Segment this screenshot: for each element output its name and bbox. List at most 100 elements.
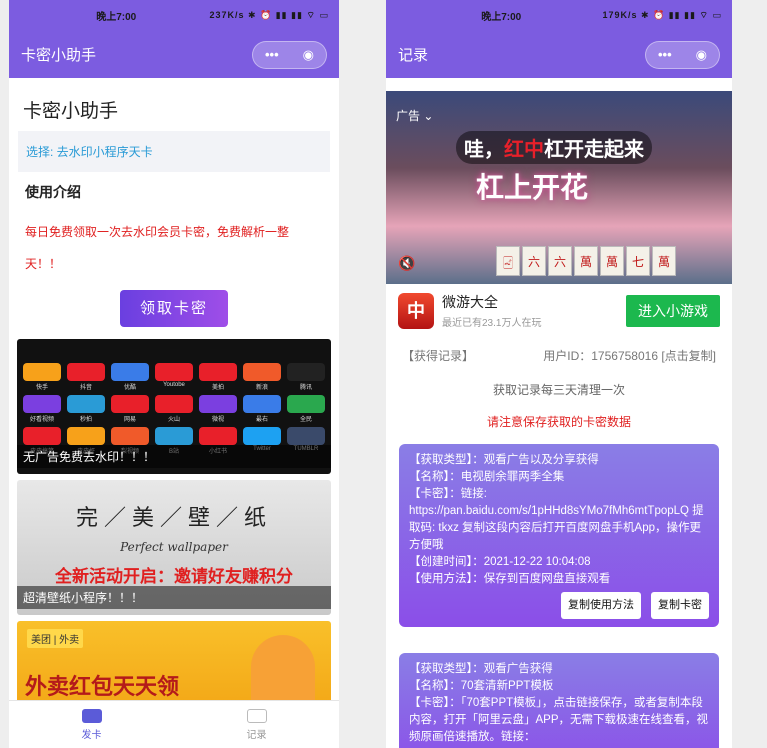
status-bar: 晚上7:00 179K/s ✱ ⏰ ▮▮ ▮▮ ⌔ ▭ — [386, 0, 732, 31]
app-name: 最右 — [255, 417, 268, 423]
app-name: 腾讯 — [299, 385, 312, 391]
record-actions: 复制使用方法 复制卡密 — [409, 592, 709, 619]
enter-game-button[interactable]: 进入小游戏 — [626, 294, 720, 327]
more-icon[interactable]: ••• — [265, 47, 279, 62]
ad-headline-part: 杠开走起来 — [544, 139, 644, 161]
platform-app-icon: 腾讯 — [287, 363, 325, 391]
nav-title: 记录 — [398, 47, 429, 64]
video-ad-banner[interactable]: 广告 ⌄ 哇，红中杠开走起来 杠上开花 🀐 六六萬萬七萬 🔇 — [386, 91, 732, 284]
right-header: 晚上7:00 179K/s ✱ ⏰ ▮▮ ▮▮ ⌔ ▭ 记录 ••• ◉ — [386, 0, 732, 78]
card-icon — [81, 708, 102, 723]
meituan-logo: 美团 | 外卖 — [27, 629, 84, 648]
tab-label: 记录 — [246, 729, 267, 741]
record-usage: 【使用方法】：保存到百度网盘直接观看 — [409, 573, 611, 585]
platform-app-icon: 网易 — [111, 395, 149, 423]
platform-app-icon: 微视 — [199, 395, 237, 423]
app-name: 新浪 — [255, 385, 268, 391]
app-logo-icon — [243, 395, 281, 413]
record-header: 【获得记录】 用户ID：1756758016 [点击复制] — [386, 337, 732, 364]
game-app-icon: 中 — [398, 292, 434, 329]
record-card: 【获取类型】：观看广告获得 【名称】：70套清新PPT模板 【卡密】：「70套P… — [399, 653, 719, 748]
record-cleanup-note: 获取记录每三天清理一次 — [492, 383, 625, 397]
app-logo-icon — [67, 363, 105, 381]
record-type: 【获取类型】：观看广告以及分享获得 — [409, 454, 599, 466]
wallpaper-title: 完／美／壁／纸 — [75, 506, 272, 531]
platform-app-icon: 美拍 — [199, 363, 237, 391]
card-type-selector[interactable]: 选择: 去水印小程序天卡 — [18, 131, 330, 172]
app-logo-icon — [23, 427, 61, 445]
nav-bar: 卡密小助手 ••• ◉ — [9, 31, 339, 78]
app-name: 网易 — [123, 417, 136, 423]
platform-app-icon: 新浪 — [243, 363, 281, 391]
app-name: 优酷 — [123, 385, 136, 391]
game-name: 微游大全 — [442, 294, 498, 310]
app-name: 好看视频 — [29, 417, 54, 423]
tab-label: 发卡 — [81, 729, 102, 741]
promo-card-wallpaper[interactable]: 完／美／壁／纸 Perfect wallpaper 全新活动开启：邀请好友赚积分… — [17, 480, 331, 615]
ad-tag[interactable]: 广告 ⌄ — [396, 107, 433, 124]
app-name: 美拍 — [211, 385, 224, 391]
app-logo-icon — [287, 363, 325, 381]
app-logo-icon — [199, 395, 237, 413]
page-title: 卡密小助手 — [23, 101, 119, 122]
app-name: 秒拍 — [79, 417, 92, 423]
platform-icon-grid: 快手抖音优酷Youtobe美拍新浪腾讯好看视频秒拍网易火山微视最右全民皮皮搞笑皮… — [17, 339, 331, 455]
game-promo-row: 中 微游大全 最近已有23.1万人在玩 进入小游戏 — [386, 284, 732, 337]
platform-app-icon: 最右 — [243, 395, 281, 423]
get-card-key-button[interactable]: 领取卡密 — [120, 290, 228, 327]
nav-bar: 记录 ••• ◉ — [386, 31, 732, 78]
platform-app-icon: 全民 — [287, 395, 325, 423]
more-icon[interactable]: ••• — [658, 47, 672, 62]
app-name: Youtobe — [163, 382, 185, 388]
promo-card-watermark[interactable]: 快手抖音优酷Youtobe美拍新浪腾讯好看视频秒拍网易火山微视最右全民皮皮搞笑皮… — [17, 339, 331, 474]
tab-issue-card[interactable]: 发卡 — [9, 701, 174, 748]
mahjong-tile: 六 — [522, 246, 546, 276]
platform-app-icon: 好看视频 — [23, 395, 61, 423]
status-time: 晚上7:00 — [481, 12, 522, 23]
close-target-icon[interactable]: ◉ — [303, 47, 314, 63]
app-logo-icon — [287, 427, 325, 445]
copy-user-id-link[interactable]: 用户ID：1756758016 [点击复制] — [543, 347, 716, 364]
app-logo-icon — [155, 395, 193, 413]
record-key: 【卡密】：链接: https://pan.baidu.com/s/1pHHd8s… — [409, 488, 704, 551]
record-key: 【卡密】：「70套PPT模板」，点击链接保存，或者复制本段内容，打开「阿里云盘」… — [409, 697, 709, 743]
tab-bar: 发卡 记录 — [9, 700, 339, 748]
mahjong-tile: 🀐 — [496, 246, 520, 276]
close-target-icon[interactable]: ◉ — [696, 47, 707, 63]
mahjong-tile: 六 — [548, 246, 572, 276]
mini-program-capsule[interactable]: ••• ◉ — [645, 40, 720, 69]
promo-caption: 超清壁纸小程序！！！ — [17, 586, 331, 609]
platform-app-icon: Youtobe — [155, 363, 193, 391]
game-players: 最近已有23.1万人在玩 — [442, 318, 542, 329]
app-logo-icon — [155, 427, 193, 445]
game-info: 微游大全 最近已有23.1万人在玩 — [434, 292, 626, 329]
mute-icon[interactable]: 🔇 — [398, 255, 415, 272]
platform-app-icon: 快手 — [23, 363, 61, 391]
status-icons: 179K/s ✱ ⏰ ▮▮ ▮▮ ⌔ ▭ — [602, 10, 722, 20]
platform-app-icon: 秒拍 — [67, 395, 105, 423]
app-name: 全民 — [299, 417, 312, 423]
record-name: 【名称】：电视剧余罪两季全集 — [409, 471, 565, 483]
mini-program-capsule[interactable]: ••• ◉ — [252, 40, 327, 69]
left-header: 晚上7:00 237K/s ✱ ⏰ ▮▮ ▮▮ ⌔ ▭ 卡密小助手 ••• ◉ — [9, 0, 339, 78]
copy-key-button[interactable]: 复制卡密 — [651, 592, 709, 619]
status-time: 晚上7:00 — [96, 12, 137, 23]
status-bar: 晚上7:00 237K/s ✱ ⏰ ▮▮ ▮▮ ⌔ ▭ — [9, 0, 339, 31]
ad-overlay-text: 杠上开花 — [476, 172, 589, 203]
copy-usage-button[interactable]: 复制使用方法 — [561, 592, 641, 619]
app-logo-icon — [199, 363, 237, 381]
tab-records[interactable]: 记录 — [174, 701, 339, 748]
right-phone-screen: 晚上7:00 179K/s ✱ ⏰ ▮▮ ▮▮ ⌔ ▭ 记录 ••• ◉ 广告 … — [386, 0, 732, 748]
record-time: 【创建时间】：2021-12-22 10:04:08 — [409, 556, 591, 568]
mahjong-tiles: 🀐 六六萬萬七萬 — [496, 246, 676, 276]
app-name: 抖音 — [79, 385, 92, 391]
record-title: 【获得记录】 — [402, 349, 475, 363]
intro-text: 每日免费领取一次去水印会员卡密，免费解析一整天！！ — [25, 225, 290, 271]
app-logo-icon — [111, 395, 149, 413]
mahjong-tile: 萬 — [600, 246, 624, 276]
platform-app-icon: 优酷 — [111, 363, 149, 391]
record-type: 【获取类型】：观看广告获得 — [409, 663, 553, 675]
ad-headline: 哇，红中杠开走起来 — [456, 131, 652, 164]
app-logo-icon — [243, 363, 281, 381]
meituan-headline: 外卖红包天天领 — [25, 674, 180, 699]
